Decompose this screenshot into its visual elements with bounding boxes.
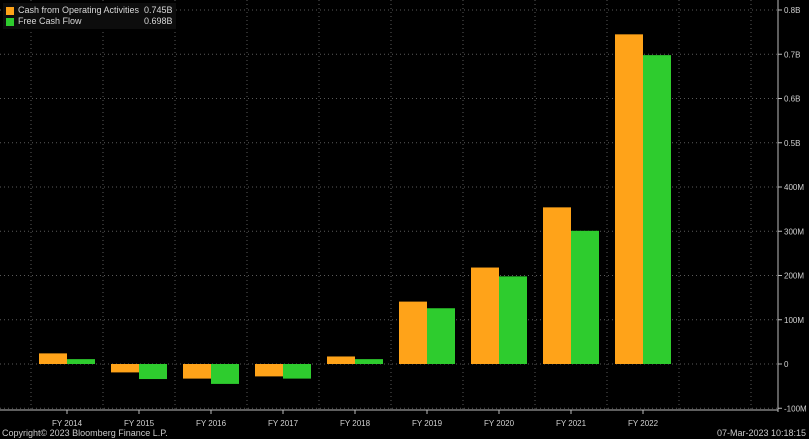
y-tick-label: 200M	[784, 272, 804, 281]
x-tick-label: FY 2020	[484, 419, 515, 428]
bar-free-cash-flow	[139, 364, 167, 380]
bar-cash-operating	[111, 364, 139, 373]
y-tick-label: 0.7B	[784, 50, 800, 59]
bar-free-cash-flow	[355, 359, 383, 364]
bar-free-cash-flow	[571, 230, 599, 364]
x-tick-label: FY 2014	[52, 419, 83, 428]
x-axis: FY 2014 FY 2015 FY 2016 FY 2017 FY 2018 FY 20…	[0, 409, 778, 428]
legend-item-cash-operating: Cash from Operating Activities 0.745B	[6, 5, 173, 16]
bar-cash-operating	[327, 356, 355, 364]
bar-cash-operating	[39, 353, 67, 364]
y-tick-label: 300M	[784, 227, 804, 236]
y-tick-label: 100M	[784, 316, 804, 325]
y-tick-label: 0	[784, 360, 789, 369]
legend: Cash from Operating Activities 0.745B Fr…	[3, 3, 176, 29]
bar-cash-operating	[399, 301, 427, 364]
x-tick-label: FY 2015	[124, 419, 155, 428]
bar-free-cash-flow	[283, 364, 311, 379]
bar-free-cash-flow	[499, 276, 527, 364]
x-tick-label: FY 2021	[556, 419, 587, 428]
legend-label: Free Cash Flow	[18, 16, 82, 26]
legend-label: Cash from Operating Activities	[18, 5, 140, 15]
bar-cash-operating	[255, 364, 283, 377]
bar-free-cash-flow	[67, 359, 95, 364]
timestamp-text: 07-Mar-2023 10:18:15	[716, 428, 806, 438]
legend-swatch	[6, 6, 14, 15]
x-tick-label: FY 2019	[412, 419, 443, 428]
y-axis: -100M 0 100M 200M 300M 400M 0.5B 0.6B 0.7B 0.8B	[777, 0, 807, 413]
bar-cash-operating	[471, 267, 499, 364]
x-tick-label: FY 2017	[268, 419, 299, 428]
y-tick-label: 0.6B	[784, 95, 800, 104]
bar-chart: FY 2014 FY 2015 FY 2016 FY 2017 FY 2018 FY 20…	[0, 0, 807, 428]
bar-free-cash-flow	[211, 364, 239, 384]
legend-item-free-cash-flow: Free Cash Flow 0.698B	[6, 16, 173, 27]
legend-swatch	[6, 17, 14, 26]
y-tick-label: 400M	[784, 183, 804, 192]
bar-free-cash-flow	[427, 308, 455, 364]
legend-value: 0.698B	[144, 16, 173, 26]
bar-cash-operating	[615, 34, 643, 365]
bars	[39, 34, 671, 384]
bar-free-cash-flow	[643, 55, 671, 364]
legend-value: 0.745B	[144, 5, 173, 15]
x-tick-label: FY 2018	[340, 419, 371, 428]
bar-cash-operating	[543, 207, 571, 364]
y-tick-label: 0.8B	[784, 6, 800, 15]
y-tick-label: 0.5B	[784, 139, 800, 148]
x-tick-label: FY 2022	[628, 419, 659, 428]
bar-cash-operating	[183, 364, 211, 379]
x-tick-label: FY 2016	[196, 419, 227, 428]
copyright-text: Copyright© 2023 Bloomberg Finance L.P.	[2, 428, 168, 438]
y-tick-label: -100M	[784, 404, 807, 413]
